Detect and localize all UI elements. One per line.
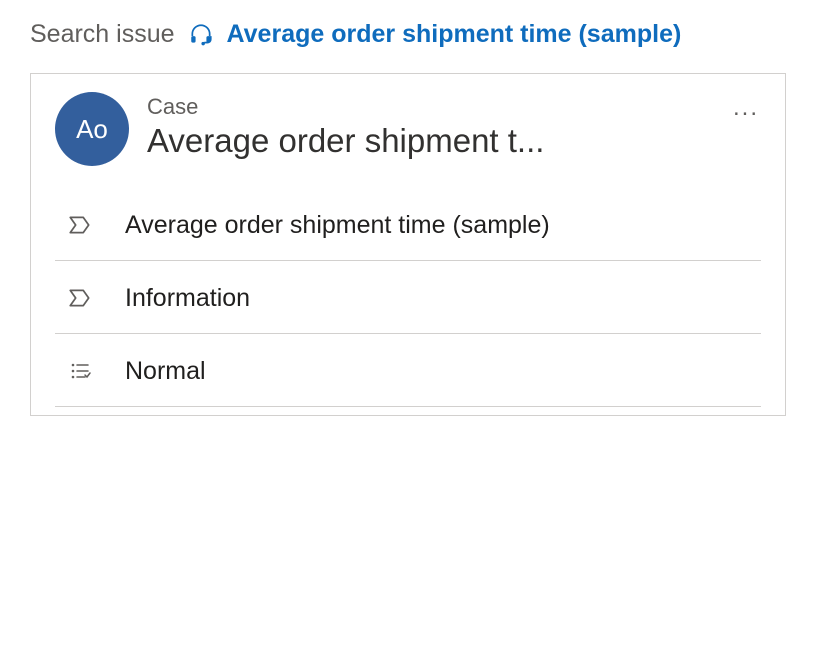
header-text: Case Average order shipment t... (147, 92, 713, 160)
entity-title[interactable]: Average order shipment t... (147, 122, 713, 160)
headset-icon (187, 21, 215, 49)
more-actions-button[interactable]: ... (731, 92, 761, 124)
case-card: Ao Case Average order shipment t... ... … (30, 73, 786, 416)
breadcrumb-current[interactable]: Average order shipment time (sample) (227, 20, 682, 49)
priority-icon (65, 356, 95, 386)
detail-row-title[interactable]: Average order shipment time (sample) (55, 188, 761, 261)
breadcrumb: Search issue Average order shipment time… (30, 20, 786, 49)
entity-type-label: Case (147, 94, 713, 120)
chevron-tag-icon (65, 283, 95, 313)
detail-row-priority[interactable]: Normal (55, 334, 761, 407)
card-header: Ao Case Average order shipment t... ... (55, 92, 761, 166)
detail-title-value: Average order shipment time (sample) (125, 211, 761, 240)
chevron-tag-icon (65, 210, 95, 240)
detail-priority-value: Normal (125, 357, 761, 386)
breadcrumb-root[interactable]: Search issue (30, 20, 175, 49)
avatar: Ao (55, 92, 129, 166)
detail-form-value: Information (125, 284, 761, 313)
detail-row-form[interactable]: Information (55, 261, 761, 334)
